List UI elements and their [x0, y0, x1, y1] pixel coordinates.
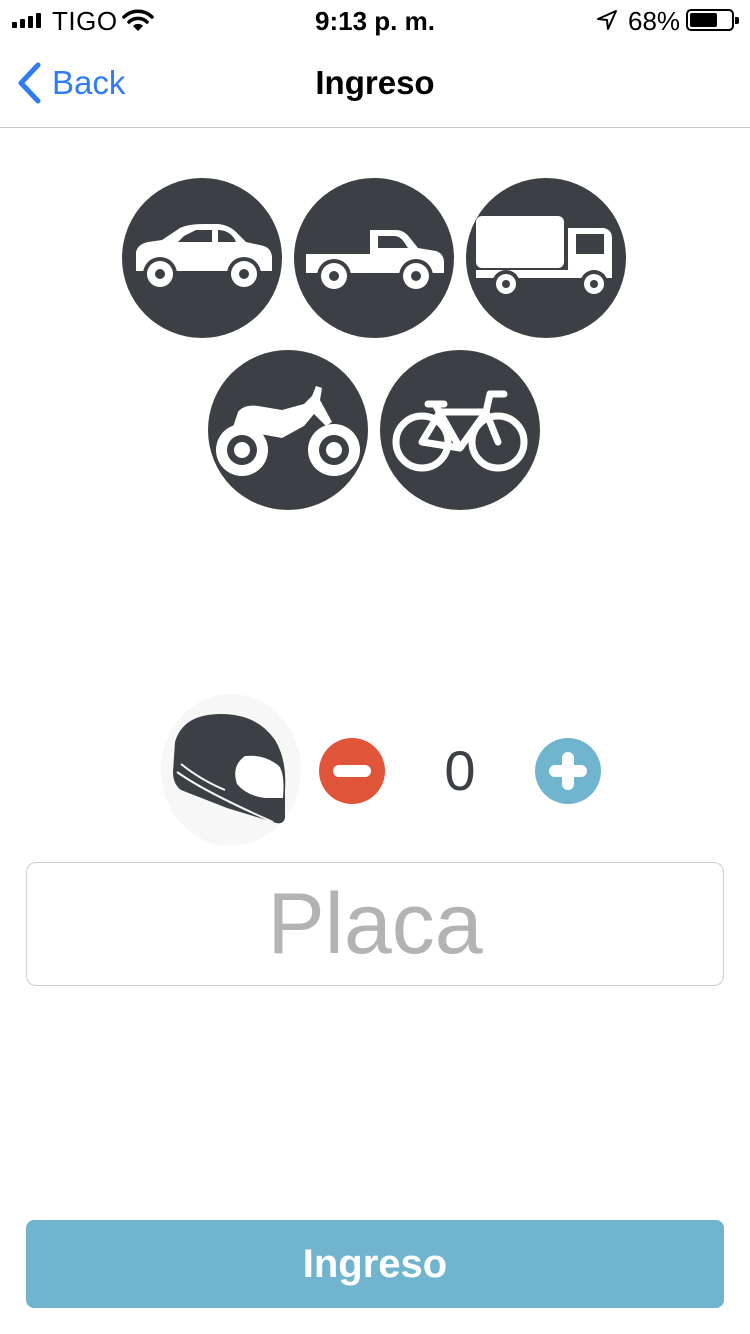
vehicle-pickup-button[interactable]	[294, 178, 454, 338]
helmet-increment-button[interactable]	[535, 738, 601, 804]
status-bar: TIGO 9:13 p. m. 68%	[0, 0, 750, 40]
vehicle-car-button[interactable]	[122, 178, 282, 338]
bicycle-icon	[392, 390, 528, 472]
helmet-image	[161, 694, 301, 846]
pickup-truck-icon	[306, 230, 444, 293]
navigation-bar: Back Ingreso	[0, 40, 750, 128]
vehicle-motorcycle-button[interactable]	[208, 350, 368, 510]
vehicle-truck-button[interactable]	[466, 178, 626, 338]
helmet-count: 0	[444, 739, 476, 802]
helmet-icon	[173, 714, 286, 824]
vehicle-bicycle-button[interactable]	[380, 350, 540, 510]
battery-percent: 68%	[628, 6, 681, 36]
plus-icon	[549, 752, 587, 790]
truck-icon	[476, 216, 612, 298]
helmet-decrement-button[interactable]	[319, 738, 385, 804]
submit-ingreso-button[interactable]: Ingreso	[26, 1220, 724, 1308]
minus-icon	[333, 765, 371, 777]
page-title: Ingreso	[315, 64, 435, 101]
motorcycle-icon	[216, 386, 360, 476]
plate-input[interactable]	[26, 862, 724, 986]
battery-icon	[686, 9, 739, 31]
location-arrow-icon	[597, 10, 617, 30]
car-icon	[136, 224, 272, 291]
